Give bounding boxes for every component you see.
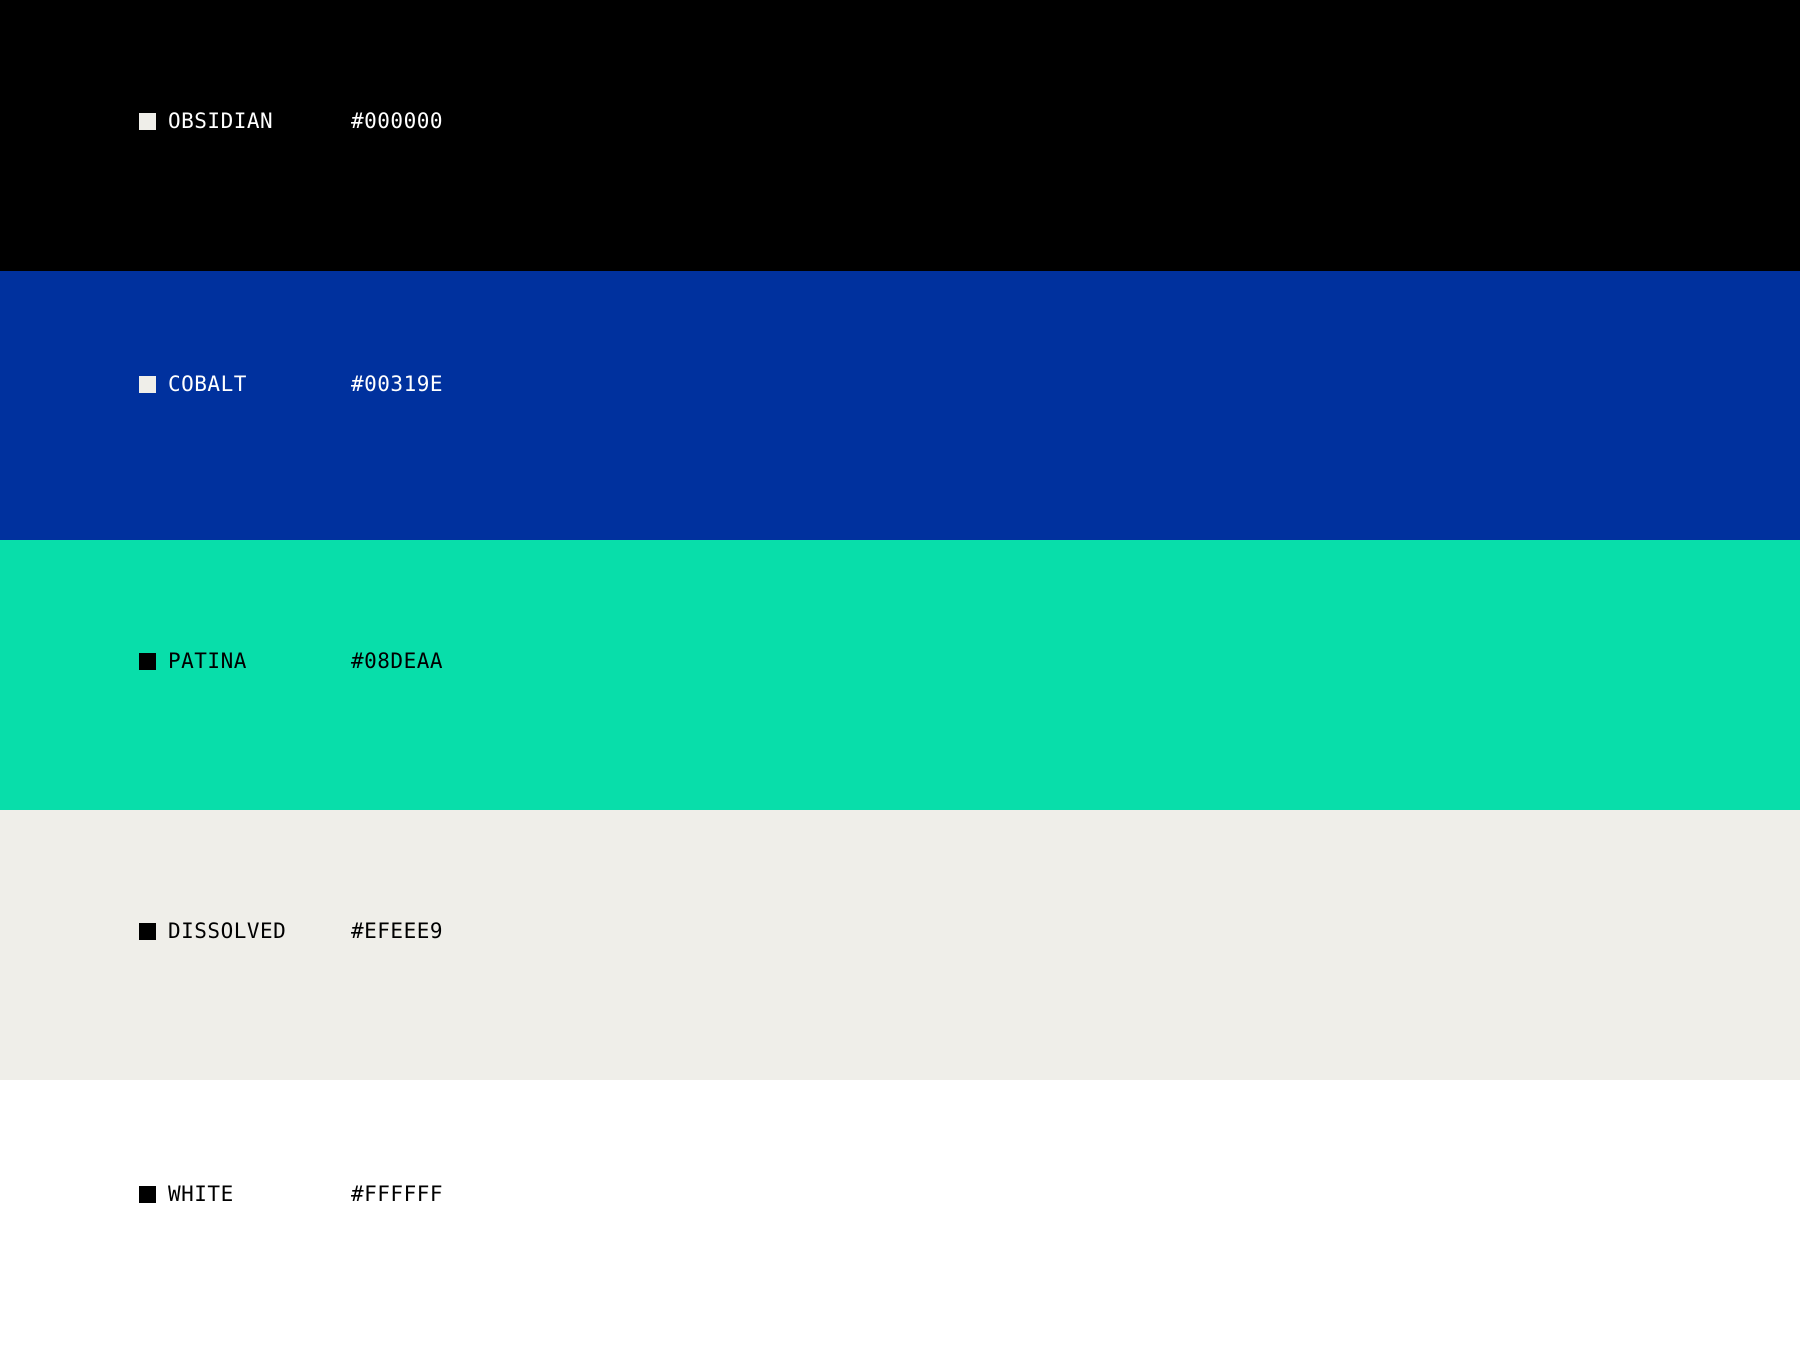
color-row: DISSOLVED #EFEEE9 xyxy=(139,919,443,943)
color-hex-code: #EFEEE9 xyxy=(351,919,444,943)
color-marker-square xyxy=(139,922,156,940)
color-name: WHITE xyxy=(168,1182,234,1206)
color-hex-code: #08DEAA xyxy=(351,649,444,673)
color-row: OBSIDIAN #000000 xyxy=(139,109,443,133)
color-name: PATINA xyxy=(168,649,247,673)
color-band-cobalt: COBALT #00319E xyxy=(0,271,1800,540)
color-name: COBALT xyxy=(168,372,247,396)
color-name: DISSOLVED xyxy=(168,919,287,943)
color-marker-square xyxy=(139,112,156,130)
color-band-dissolved: DISSOLVED #EFEEE9 xyxy=(0,810,1800,1080)
color-name: OBSIDIAN xyxy=(168,109,274,133)
color-band-patina: PATINA #08DEAA xyxy=(0,540,1800,810)
color-palette: OBSIDIAN #000000 COBALT #00319E PATINA #… xyxy=(0,0,1800,1350)
color-marker-square xyxy=(139,652,156,670)
color-row: WHITE #FFFFFF xyxy=(139,1182,443,1206)
color-marker-square xyxy=(139,375,156,393)
color-hex-code: #000000 xyxy=(351,109,444,133)
color-band-obsidian: OBSIDIAN #000000 xyxy=(0,0,1800,271)
color-marker-square xyxy=(139,1185,156,1203)
color-hex-code: #00319E xyxy=(351,372,444,396)
color-hex-code: #FFFFFF xyxy=(351,1182,444,1206)
color-band-white: WHITE #FFFFFF xyxy=(0,1080,1800,1350)
color-row: PATINA #08DEAA xyxy=(139,649,443,673)
color-row: COBALT #00319E xyxy=(139,372,443,396)
